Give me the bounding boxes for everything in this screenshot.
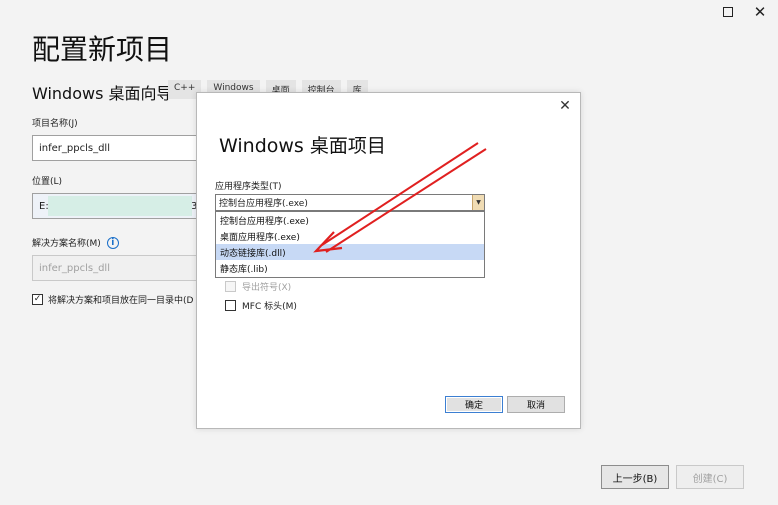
option-static-lib[interactable]: 静态库(.lib)	[216, 260, 484, 276]
mfc-header-row[interactable]: MFC 标头(M)	[225, 299, 297, 312]
same-dir-checkbox[interactable]: ✓	[32, 294, 43, 305]
project-name-value: infer_ppcls_dll	[39, 142, 110, 154]
app-type-dropdown: 控制台应用程序(.exe) 桌面应用程序(.exe) 动态链接库(.dll) 静…	[215, 211, 485, 278]
page-title: 配置新项目	[32, 33, 173, 66]
project-name-input[interactable]: infer_ppcls_dll	[32, 135, 198, 161]
solution-name-input[interactable]: infer_ppcls_dll	[32, 255, 198, 281]
create-button[interactable]: 创建(C)	[676, 465, 744, 489]
redacted-path	[48, 196, 192, 216]
close-icon: ✕	[559, 98, 571, 114]
app-type-select[interactable]: 控制台应用程序(.exe) ▼	[215, 194, 485, 211]
export-symbols-row: 导出符号(X)	[225, 280, 291, 293]
wizard-title: Windows 桌面向导	[32, 84, 173, 103]
solution-name-label: 解决方案名称(M)	[32, 239, 101, 249]
back-button[interactable]: 上一步(B)	[601, 465, 669, 489]
app-type-label: 应用程序类型(T)	[215, 182, 282, 192]
ok-button[interactable]: 确定	[445, 396, 503, 413]
same-dir-row[interactable]: ✓ 将解决方案和项目放在同一目录中(D	[32, 293, 193, 306]
cancel-button[interactable]: 取消	[507, 396, 565, 413]
solution-name-value: infer_ppcls_dll	[39, 262, 110, 274]
mfc-header-label: MFC 标头(M)	[242, 302, 297, 312]
mfc-header-checkbox[interactable]	[225, 300, 236, 311]
close-icon: ✕	[753, 3, 767, 21]
project-name-label: 项目名称(J)	[32, 119, 78, 129]
chevron-down-icon[interactable]: ▼	[472, 195, 484, 210]
location-label: 位置(L)	[32, 177, 63, 187]
solution-name-label-row: 解决方案名称(M) i	[32, 236, 119, 249]
same-dir-label: 将解决方案和项目放在同一目录中(D	[48, 296, 194, 306]
option-console-exe[interactable]: 控制台应用程序(.exe)	[216, 212, 484, 228]
maximize-icon	[723, 7, 733, 17]
export-symbols-checkbox[interactable]	[225, 281, 236, 292]
close-window-button[interactable]: ✕	[742, 0, 778, 24]
option-dynamic-dll[interactable]: 动态链接库(.dll)	[216, 244, 484, 260]
dialog-close-button[interactable]: ✕	[556, 97, 574, 115]
windows-desktop-project-dialog: ✕ Windows 桌面项目 应用程序类型(T) 控制台应用程序(.exe) ▼…	[196, 92, 581, 429]
export-symbols-label: 导出符号(X)	[242, 283, 292, 293]
app-type-selected: 控制台应用程序(.exe)	[219, 199, 308, 209]
option-desktop-exe[interactable]: 桌面应用程序(.exe)	[216, 228, 484, 244]
dialog-title: Windows 桌面项目	[219, 135, 386, 157]
info-icon[interactable]: i	[106, 236, 119, 249]
maximize-button[interactable]	[710, 0, 746, 24]
